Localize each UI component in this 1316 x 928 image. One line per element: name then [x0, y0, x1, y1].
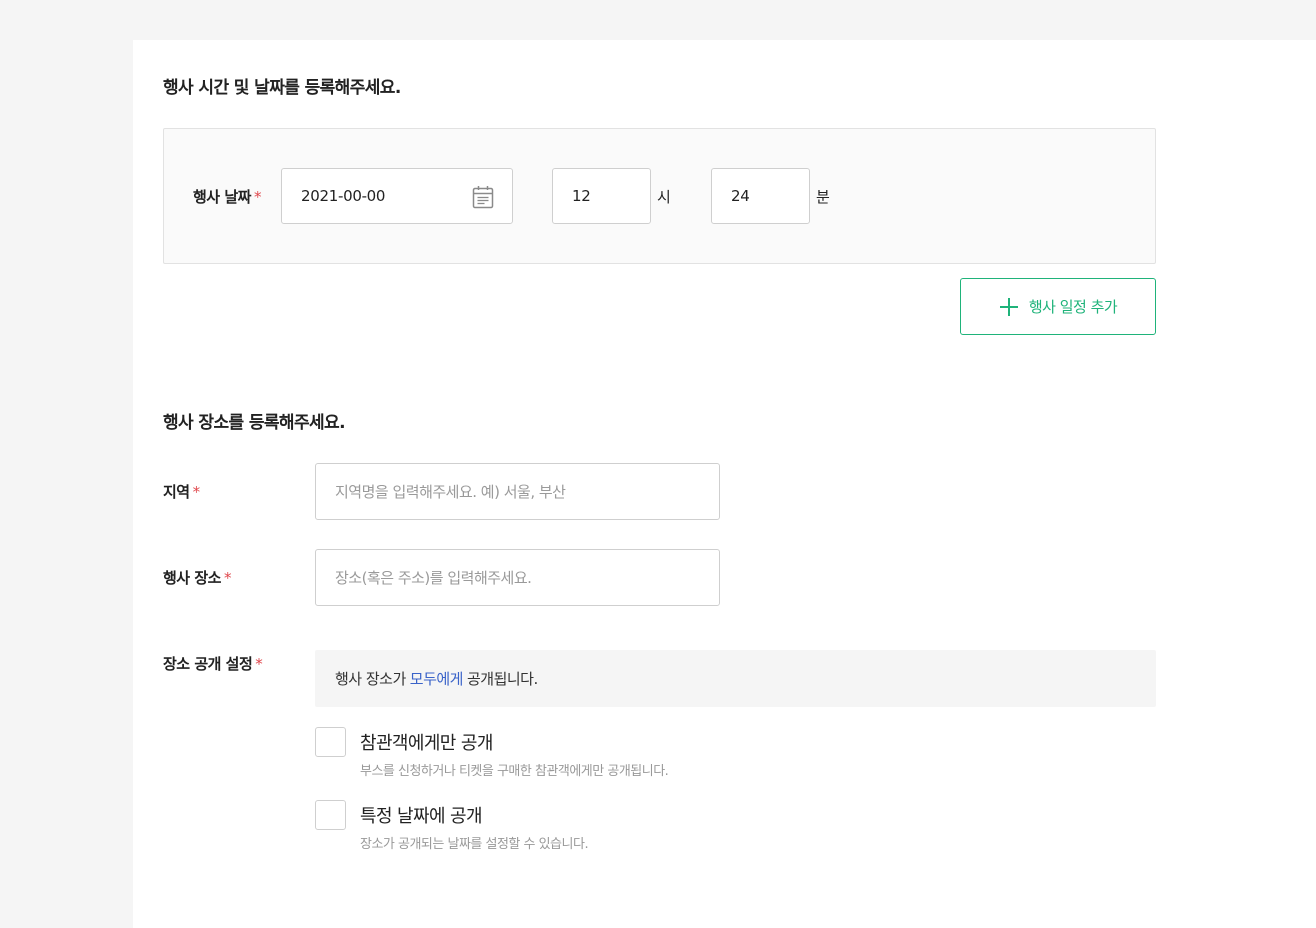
visibility-label: 장소 공개 설정 * [163, 653, 263, 674]
option-title: 특정 날짜에 공개 [360, 806, 483, 827]
minute-unit: 분 [816, 188, 830, 206]
visibility-notice: 행사 장소가 모두에게 공개됩니다. [315, 650, 1156, 707]
visibility-label-text: 장소 공개 설정 [163, 655, 253, 673]
hour-input[interactable]: 12 [552, 168, 651, 224]
region-label-text: 지역 [163, 483, 190, 501]
option-desc: 부스를 신청하거나 티켓을 구매한 참관객에게만 공개됩니다. [360, 764, 669, 779]
place-label-text: 행사 장소 [163, 569, 221, 587]
required-mark: * [255, 655, 263, 673]
region-input[interactable] [315, 463, 720, 520]
venue-section-title: 행사 장소를 등록해주세요. [163, 413, 346, 433]
notice-suffix: 공개됩니다. [466, 670, 538, 688]
plus-icon [999, 297, 1018, 316]
schedule-section-title: 행사 시간 및 날짜를 등록해주세요. [163, 78, 401, 98]
date-input[interactable]: 2021-00-00 [281, 168, 513, 224]
option-title: 참관객에게만 공개 [360, 733, 493, 754]
hour-value: 12 [572, 187, 591, 205]
place-input[interactable] [315, 549, 720, 606]
specific-date-checkbox[interactable] [315, 800, 346, 830]
hour-unit: 시 [657, 188, 671, 206]
place-label: 행사 장소 * [163, 567, 231, 588]
schedule-box: 행사 날짜 * 2021-00-00 12 시 24 분 [163, 128, 1156, 264]
minute-value: 24 [731, 187, 750, 205]
event-form-panel: 행사 시간 및 날짜를 등록해주세요. 행사 날짜 * 2021-00-00 12… [133, 40, 1316, 928]
add-schedule-label: 행사 일정 추가 [1028, 298, 1118, 316]
attendees-only-checkbox[interactable] [315, 727, 346, 757]
option-desc: 장소가 공개되는 날짜를 설정할 수 있습니다. [360, 837, 589, 852]
region-label: 지역 * [163, 481, 200, 502]
notice-highlight: 모두에게 [409, 670, 464, 688]
required-mark: * [253, 188, 262, 206]
date-label: 행사 날짜 * [193, 186, 261, 207]
add-schedule-button[interactable]: 행사 일정 추가 [960, 278, 1156, 335]
date-value: 2021-00-00 [301, 187, 386, 205]
required-mark: * [223, 569, 232, 587]
required-mark: * [192, 483, 201, 501]
date-label-text: 행사 날짜 [193, 188, 251, 206]
minute-input[interactable]: 24 [711, 168, 810, 224]
calendar-icon[interactable] [472, 185, 494, 209]
notice-prefix: 행사 장소가 [335, 670, 406, 688]
